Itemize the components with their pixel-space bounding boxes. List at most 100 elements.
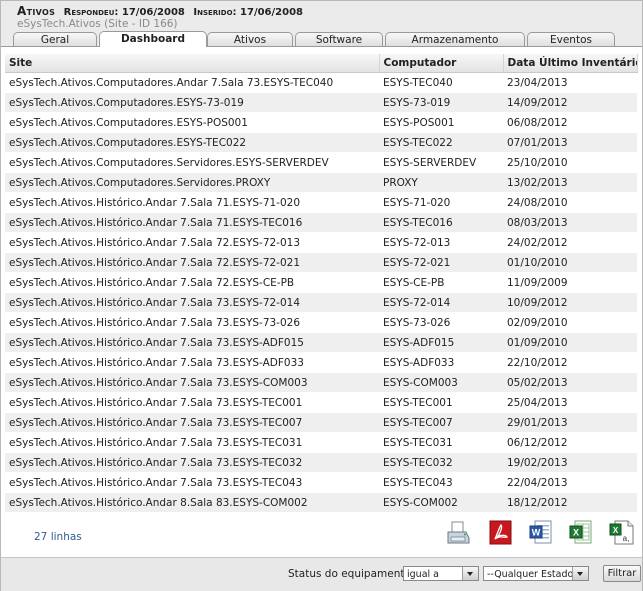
window-frame: Ativos Respondeu: 17/06/2008 Inserido: 1…: [0, 0, 643, 591]
word-icon[interactable]: W: [529, 520, 553, 546]
table-row[interactable]: eSysTech.Ativos.Histórico.Andar 7.Sala 7…: [5, 292, 637, 313]
table-row[interactable]: eSysTech.Ativos.Histórico.Andar 7.Sala 7…: [5, 372, 637, 393]
cell-computador: ESYS-TEC040: [379, 72, 503, 93]
state-select-value: --Qualquer Estado--: [487, 569, 581, 580]
cell-computador: ESYS-COM003: [379, 372, 503, 393]
cell-site: eSysTech.Ativos.Computadores.Servidores.…: [5, 152, 379, 173]
table-row[interactable]: eSysTech.Ativos.Histórico.Andar 7.Sala 7…: [5, 472, 637, 493]
cell-data-inventario: 11/09/2009: [503, 272, 637, 293]
tab-eventos[interactable]: Eventos: [527, 32, 615, 46]
cell-site: eSysTech.Ativos.Histórico.Andar 8.Sala 8…: [5, 492, 379, 513]
column-header-computador[interactable]: Computador: [379, 54, 504, 73]
table-row[interactable]: eSysTech.Ativos.Computadores.ESYS-POS001…: [5, 112, 637, 133]
table-row[interactable]: eSysTech.Ativos.Histórico.Andar 7.Sala 7…: [5, 352, 637, 373]
cell-computador: ESYS-ADF033: [379, 352, 503, 373]
table-row[interactable]: eSysTech.Ativos.Computadores.Servidores.…: [5, 172, 637, 193]
table-row[interactable]: eSysTech.Ativos.Histórico.Andar 7.Sala 7…: [5, 212, 637, 233]
cell-computador: ESYS-72-021: [379, 252, 503, 273]
cell-data-inventario: 19/02/2013: [503, 452, 637, 473]
status-filter-bar: Status do equipamento igual a --Qualquer…: [1, 557, 642, 591]
cell-site: eSysTech.Ativos.Histórico.Andar 7.Sala 7…: [5, 332, 379, 353]
cell-data-inventario: 01/10/2010: [503, 252, 637, 273]
cell-computador: ESYS-CE-PB: [379, 272, 503, 293]
table-row[interactable]: eSysTech.Ativos.Histórico.Andar 7.Sala 7…: [5, 392, 637, 413]
column-header-data-inventario[interactable]: Data Último Inventário: [503, 54, 638, 73]
cell-computador: ESYS-73-026: [379, 312, 503, 333]
chevron-down-icon[interactable]: [462, 567, 478, 580]
table-row[interactable]: eSysTech.Ativos.Histórico.Andar 7.Sala 7…: [5, 412, 637, 433]
table-row[interactable]: eSysTech.Ativos.Histórico.Andar 7.Sala 7…: [5, 312, 637, 333]
svg-text:X: X: [613, 526, 619, 535]
tab-underline: [1, 46, 642, 47]
table-body: eSysTech.Ativos.Computadores.Andar 7.Sal…: [5, 72, 637, 513]
table-row[interactable]: eSysTech.Ativos.Histórico.Andar 8.Sala 8…: [5, 492, 637, 513]
title-line: Ativos Respondeu: 17/06/2008 Inserido: 1…: [17, 4, 303, 18]
cell-site: eSysTech.Ativos.Histórico.Andar 7.Sala 7…: [5, 312, 379, 333]
cell-computador: ESYS-72-014: [379, 292, 503, 313]
cell-data-inventario: 06/12/2012: [503, 432, 637, 453]
pdf-icon[interactable]: [489, 520, 513, 546]
cell-data-inventario: 06/08/2012: [503, 112, 637, 133]
tab-bar: Geral Dashboard Ativos Software Armazena…: [7, 31, 637, 47]
chevron-down-icon[interactable]: [572, 567, 588, 580]
svg-text:a,: a,: [623, 534, 630, 543]
table-row[interactable]: eSysTech.Ativos.Histórico.Andar 7.Sala 7…: [5, 452, 637, 473]
cell-computador: ESYS-72-013: [379, 232, 503, 253]
table-row[interactable]: eSysTech.Ativos.Computadores.ESYS-TEC022…: [5, 132, 637, 153]
table-row[interactable]: eSysTech.Ativos.Histórico.Andar 7.Sala 7…: [5, 192, 637, 213]
row-count: 27 linhas: [34, 531, 82, 543]
cell-site: eSysTech.Ativos.Histórico.Andar 7.Sala 7…: [5, 232, 379, 253]
cell-computador: ESYS-71-020: [379, 192, 503, 213]
cell-site: eSysTech.Ativos.Computadores.Andar 7.Sal…: [5, 72, 379, 93]
tab-armazenamento[interactable]: Armazenamento: [385, 32, 525, 46]
cell-site: eSysTech.Ativos.Histórico.Andar 7.Sala 7…: [5, 192, 379, 213]
excel-icon[interactable]: X: [569, 520, 593, 546]
cell-data-inventario: 10/09/2012: [503, 292, 637, 313]
state-select[interactable]: --Qualquer Estado--: [483, 566, 589, 581]
tab-ativos[interactable]: Ativos: [207, 32, 293, 46]
inserted-date: 17/06/2008: [240, 7, 303, 18]
cell-computador: ESYS-TEC031: [379, 432, 503, 453]
table-row[interactable]: eSysTech.Ativos.Histórico.Andar 7.Sala 7…: [5, 272, 637, 293]
responded-date: 17/06/2008: [121, 7, 185, 18]
table-header-row: Site Computador Data Último Inventário: [5, 54, 638, 73]
cell-computador: ESYS-TEC016: [379, 212, 503, 233]
cell-data-inventario: 25/04/2013: [503, 392, 637, 413]
column-header-site[interactable]: Site: [5, 54, 380, 73]
table-row[interactable]: eSysTech.Ativos.Histórico.Andar 7.Sala 7…: [5, 332, 637, 353]
table-row[interactable]: eSysTech.Ativos.Computadores.Andar 7.Sal…: [5, 72, 637, 93]
responded-label: Respondeu:: [63, 7, 119, 18]
cell-site: eSysTech.Ativos.Computadores.Servidores.…: [5, 172, 379, 193]
cell-data-inventario: 02/09/2010: [503, 312, 637, 333]
printer-icon[interactable]: [445, 520, 470, 546]
cell-computador: ESYS-SERVERDEV: [379, 152, 503, 173]
cell-computador: ESYS-TEC001: [379, 392, 503, 413]
cell-site: eSysTech.Ativos.Computadores.ESYS-TEC022: [5, 132, 379, 153]
site-line: eSysTech.Ativos (Site - ID 166): [17, 18, 178, 30]
operator-select[interactable]: igual a: [403, 566, 479, 581]
table-row[interactable]: eSysTech.Ativos.Histórico.Andar 7.Sala 7…: [5, 252, 637, 273]
operator-select-value: igual a: [407, 569, 439, 580]
tab-software[interactable]: Software: [295, 32, 383, 46]
table-row[interactable]: eSysTech.Ativos.Histórico.Andar 7.Sala 7…: [5, 432, 637, 453]
table-row[interactable]: eSysTech.Ativos.Computadores.ESYS-73-019…: [5, 92, 637, 113]
cell-data-inventario: 23/04/2013: [503, 72, 637, 93]
cell-data-inventario: 14/09/2012: [503, 92, 637, 113]
status-filter-label: Status do equipamento: [288, 568, 411, 580]
cell-site: eSysTech.Ativos.Histórico.Andar 7.Sala 7…: [5, 352, 379, 373]
cell-computador: ESYS-TEC043: [379, 472, 503, 493]
cell-site: eSysTech.Ativos.Histórico.Andar 7.Sala 7…: [5, 252, 379, 273]
cell-site: eSysTech.Ativos.Histórico.Andar 7.Sala 7…: [5, 212, 379, 233]
table-row[interactable]: eSysTech.Ativos.Computadores.Servidores.…: [5, 152, 637, 173]
cell-data-inventario: 22/10/2012: [503, 352, 637, 373]
cell-site: eSysTech.Ativos.Histórico.Andar 7.Sala 7…: [5, 372, 379, 393]
tab-geral[interactable]: Geral: [13, 32, 97, 46]
cell-site: eSysTech.Ativos.Histórico.Andar 7.Sala 7…: [5, 472, 379, 493]
tab-dashboard[interactable]: Dashboard: [99, 31, 207, 47]
dashboard-panel: Site Computador Data Último Inventário e…: [3, 48, 641, 556]
filter-button[interactable]: Filtrar: [603, 565, 641, 582]
cell-data-inventario: 24/08/2010: [503, 192, 637, 213]
excel-csv-icon[interactable]: X a,: [609, 520, 634, 546]
cell-computador: ESYS-COM002: [379, 492, 503, 513]
table-row[interactable]: eSysTech.Ativos.Histórico.Andar 7.Sala 7…: [5, 232, 637, 253]
